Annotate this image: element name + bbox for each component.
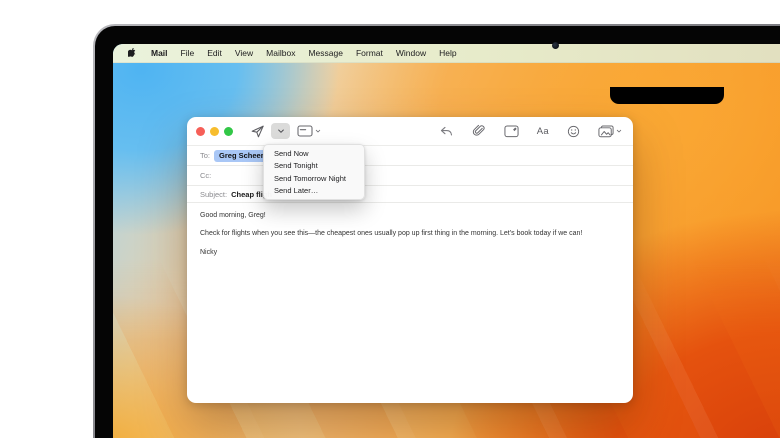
compose-toolbar-right: Aa bbox=[439, 124, 627, 139]
body-paragraph: Nicky bbox=[200, 249, 617, 258]
send-menu-item[interactable]: Send Later… bbox=[264, 185, 364, 198]
menubar-item[interactable]: Help bbox=[439, 48, 456, 58]
subject-field[interactable]: Subject: Cheap fligh bbox=[187, 186, 633, 203]
menubar-item[interactable]: View bbox=[235, 48, 253, 58]
send-menu-item[interactable]: Send Now bbox=[264, 147, 364, 160]
menubar-item[interactable]: Format bbox=[356, 48, 383, 58]
header-fields-button[interactable] bbox=[297, 125, 321, 137]
reply-arrow-icon[interactable] bbox=[439, 124, 454, 139]
recipient-token[interactable]: Greg Scheer bbox=[214, 150, 269, 162]
menubar-item[interactable]: Window bbox=[396, 48, 426, 58]
menubar-item[interactable]: File bbox=[181, 48, 195, 58]
markup-icon[interactable] bbox=[504, 124, 519, 138]
menubar-item[interactable]: Mail bbox=[151, 48, 168, 58]
traffic-lights bbox=[196, 127, 233, 136]
menubar-item[interactable]: Mailbox bbox=[266, 48, 295, 58]
attachment-paperclip-icon[interactable] bbox=[472, 124, 486, 138]
message-body-editor[interactable]: Good morning, Greg! Check for flights whe… bbox=[187, 203, 633, 257]
close-button[interactable] bbox=[196, 127, 205, 136]
camera-icon bbox=[552, 42, 559, 49]
body-paragraph: Check for flights when you see this—the … bbox=[200, 230, 617, 239]
mail-compose-window: Aa To: Greg Scheer Cc: Subject: Cheap fl… bbox=[187, 117, 633, 403]
photo-browser-button[interactable] bbox=[598, 125, 622, 138]
send-button[interactable] bbox=[250, 124, 265, 139]
body-paragraph: Good morning, Greg! bbox=[200, 212, 617, 221]
cc-label: Cc: bbox=[200, 171, 211, 180]
display-notch bbox=[610, 87, 724, 104]
subject-label: Subject: bbox=[200, 190, 227, 199]
zoom-button[interactable] bbox=[224, 127, 233, 136]
minimize-button[interactable] bbox=[210, 127, 219, 136]
screenshot-stage: Mail File Edit View Mailbox Message Format Wind… bbox=[0, 0, 780, 438]
send-menu-item[interactable]: Send Tonight bbox=[264, 160, 364, 173]
send-options-button[interactable] bbox=[271, 123, 290, 139]
send-menu-item[interactable]: Send Tomorrow Night bbox=[264, 172, 364, 185]
menubar-item[interactable]: Edit bbox=[207, 48, 222, 58]
menu-bar: Mail File Edit View Mailbox Message Format Wind… bbox=[113, 44, 780, 63]
emoji-icon[interactable] bbox=[567, 125, 580, 138]
menubar-item[interactable]: Message bbox=[308, 48, 343, 58]
to-label: To: bbox=[200, 151, 210, 160]
format-text-button[interactable]: Aa bbox=[537, 126, 549, 137]
compose-titlebar: Aa bbox=[187, 117, 633, 146]
apple-menu-icon[interactable] bbox=[128, 48, 138, 59]
menu-bar-items: Mail File Edit View Mailbox Message Format Wind… bbox=[151, 48, 457, 58]
cc-field[interactable]: Cc: bbox=[187, 166, 633, 186]
send-schedule-menu: Send NowSend TonightSend Tomorrow NightS… bbox=[263, 144, 365, 200]
to-field[interactable]: To: Greg Scheer bbox=[187, 146, 633, 166]
